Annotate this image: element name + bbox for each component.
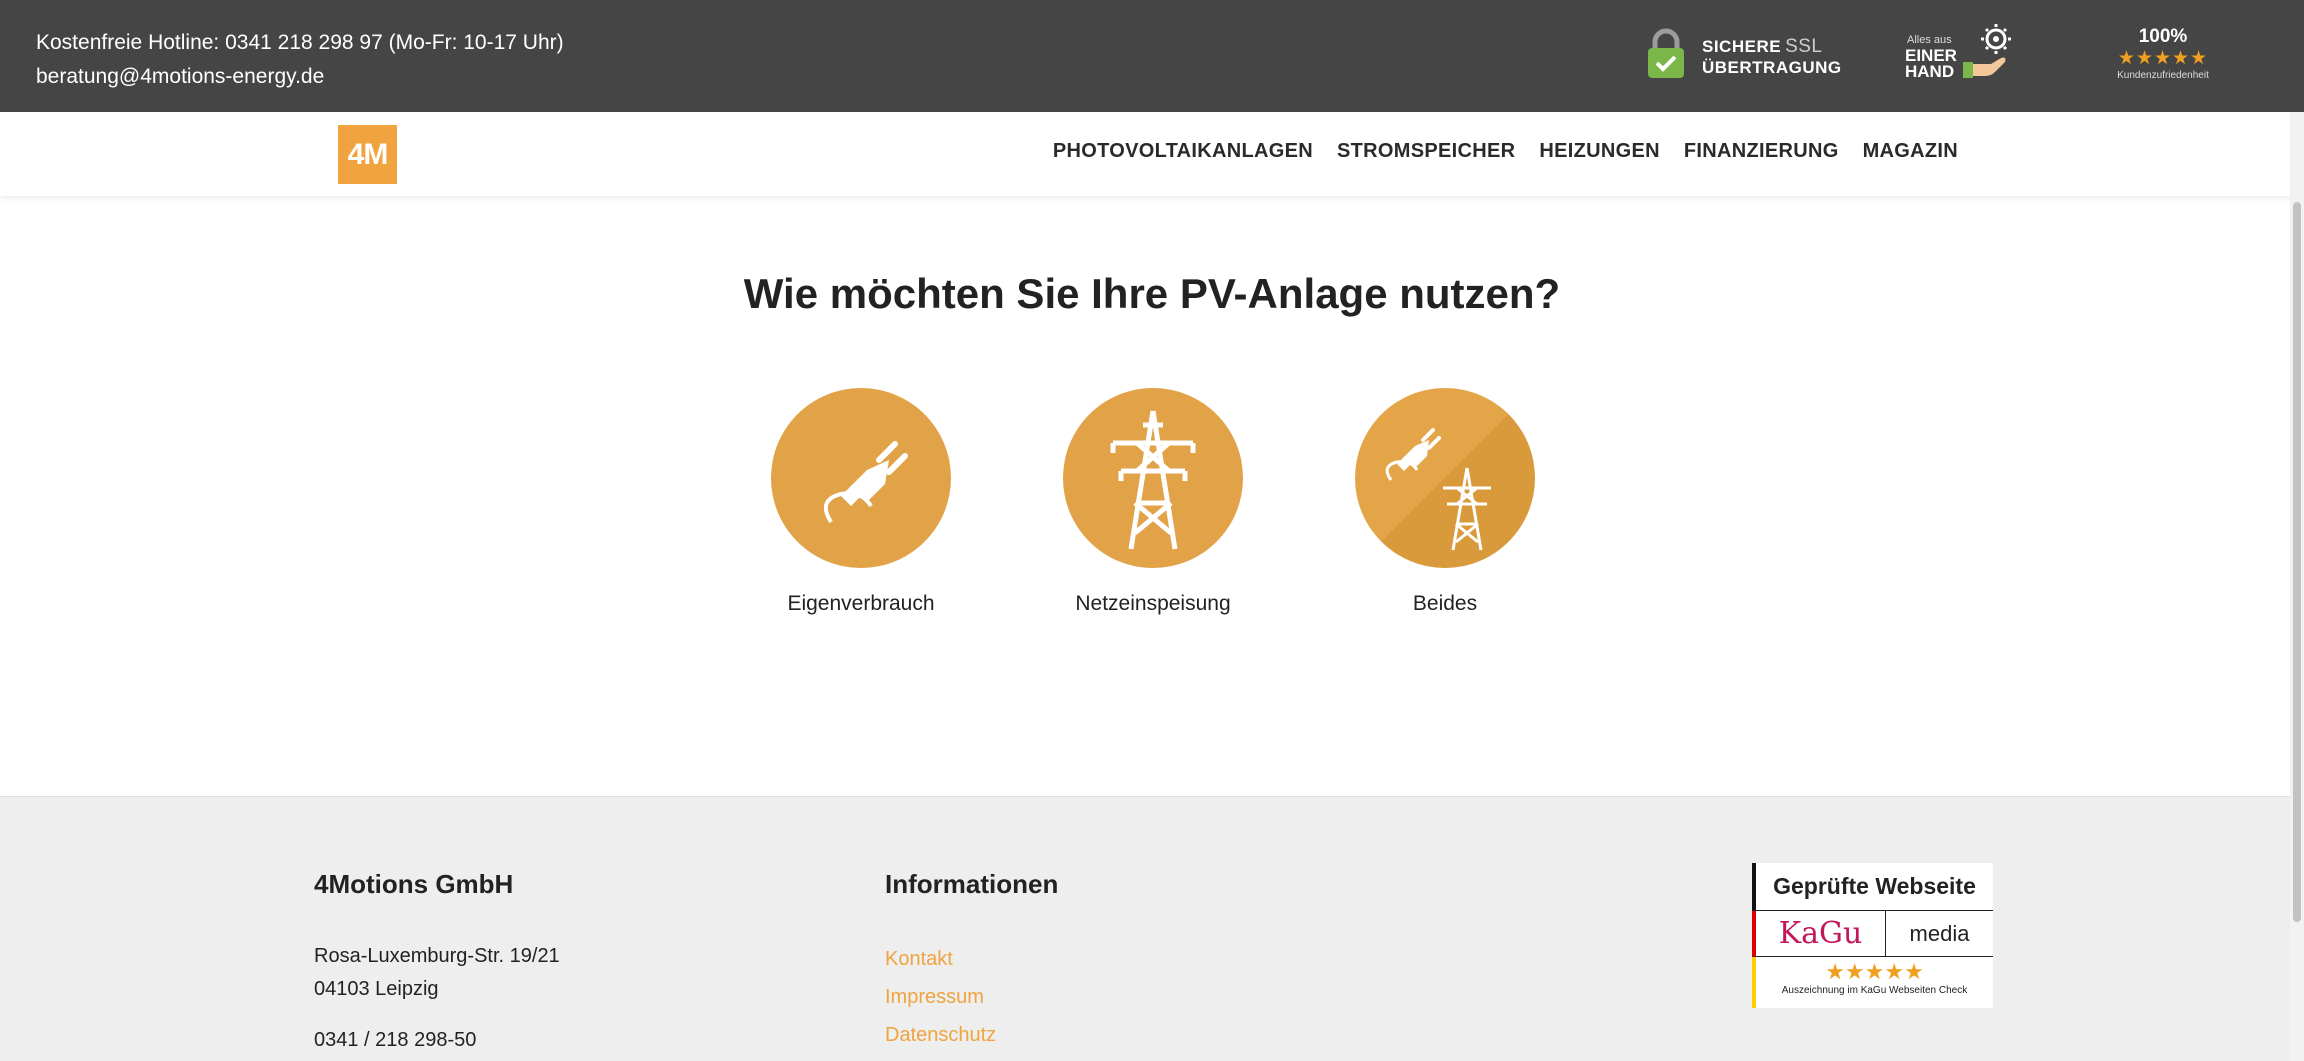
scrollbar-thumb[interactable] [2293, 202, 2301, 922]
badge-rating-row: ★★★★★ Auszeichnung im KaGu Webseiten Che… [1752, 957, 1993, 1008]
rating-badge: 100% ★★★★★ Kundenzufriedenheit [2108, 22, 2218, 90]
one-hand-badge: Alles aus EINER HAND [1905, 22, 2035, 90]
main-menu: PHOTOVOLTAIKANLAGEN STROMSPEICHER HEIZUN… [1053, 140, 1958, 163]
contact-info: Kostenfreie Hotline: 0341 218 298 97 (Mo… [36, 26, 564, 94]
nav-item-photovoltaikanlagen[interactable]: PHOTOVOLTAIKANLAGEN [1053, 140, 1313, 163]
badge-caption: Auszeichnung im KaGu Webseiten Check [1781, 985, 1968, 996]
option-eigenverbrauch[interactable]: Eigenverbrauch [751, 388, 971, 616]
main-navbar: 4M PHOTOVOLTAIKANLAGEN STROMSPEICHER HEI… [0, 112, 2304, 196]
option-label: Netzeinspeisung [1075, 592, 1231, 615]
badge-stars: ★★★★★ [1825, 959, 1924, 984]
nav-item-finanzierung[interactable]: FINANZIERUNG [1684, 140, 1839, 163]
rating-stars: ★★★★★ [2117, 48, 2209, 69]
badge-brand: KaGu [1756, 911, 1886, 956]
footer: 4Motions GmbH Rosa-Luxemburg-Str. 19/21 … [0, 796, 2304, 1061]
footer-company: 4Motions GmbH Rosa-Luxemburg-Str. 19/21 … [314, 869, 560, 1057]
nav-item-heizungen[interactable]: HEIZUNGEN [1539, 140, 1659, 163]
page-scrollbar[interactable] [2290, 112, 2304, 1061]
badge-title: Geprüfte Webseite [1752, 863, 1993, 911]
nav-item-stromspeicher[interactable]: STROMSPEICHER [1337, 140, 1515, 163]
nav-item-magazin[interactable]: MAGAZIN [1863, 140, 1958, 163]
footer-city: 04103 Leipzig [314, 978, 439, 1000]
ssl-line1b: SSL [1785, 36, 1823, 57]
option-label: Beides [1412, 592, 1478, 615]
rating-caption: Kundenzufriedenheit [2117, 70, 2209, 81]
footer-street: Rosa-Luxemburg-Str. 19/21 [314, 945, 560, 967]
ssl-badge: SICHERE SSL ÜBERTRAGUNG [1646, 22, 1841, 90]
option-beides[interactable]: Beides [1335, 388, 1555, 616]
footer-phone[interactable]: 0341 / 218 298-50 [314, 1024, 560, 1057]
option-circle[interactable] [771, 388, 951, 568]
kagu-award-badge[interactable]: Geprüfte Webseite KaGu media ★★★★★ Ausze… [1752, 863, 1993, 1008]
top-bar: Kostenfreie Hotline: 0341 218 298 97 (Mo… [0, 0, 2304, 112]
company-logo[interactable]: 4M [338, 125, 397, 184]
footer-company-title: 4Motions GmbH [314, 869, 514, 899]
email-link[interactable]: beratung@4motions-energy.de [36, 60, 564, 94]
footer-link-datenschutz[interactable]: Datenschutz [885, 1016, 1058, 1054]
badge-brand2: media [1909, 920, 1970, 946]
footer-link-kontakt[interactable]: Kontakt [885, 940, 1058, 978]
footer-link-impressum[interactable]: Impressum [885, 978, 1058, 1016]
plug-and-tower-icon [1385, 428, 1491, 551]
hand-small-text: Alles aus [1907, 34, 1952, 46]
question-heading: Wie möchten Sie Ihre PV-Anlage nutzen? [743, 270, 1561, 317]
hotline-text[interactable]: Kostenfreie Hotline: 0341 218 298 97 (Mo… [36, 26, 564, 60]
badge-brand-row: KaGu media [1752, 911, 1993, 957]
option-circle[interactable] [1355, 388, 1535, 568]
option-netzeinspeisung[interactable]: Netzeinspeisung [1043, 388, 1263, 616]
hand-gear-icon [1963, 24, 2011, 78]
footer-info-title: Informationen [885, 869, 1059, 899]
option-label: Eigenverbrauch [787, 592, 935, 615]
power-tower-icon [1110, 410, 1196, 550]
plug-icon [823, 441, 908, 524]
ssl-line1: SICHERE [1702, 37, 1782, 56]
footer-info: Informationen Kontakt Impressum Datensch… [885, 869, 1058, 1054]
rating-percent: 100% [2138, 26, 2188, 47]
option-circle[interactable] [1063, 388, 1243, 568]
ssl-line2: ÜBERTRAGUNG [1702, 58, 1842, 77]
hand-line2: HAND [1905, 62, 1955, 81]
lock-icon [1648, 28, 1684, 78]
